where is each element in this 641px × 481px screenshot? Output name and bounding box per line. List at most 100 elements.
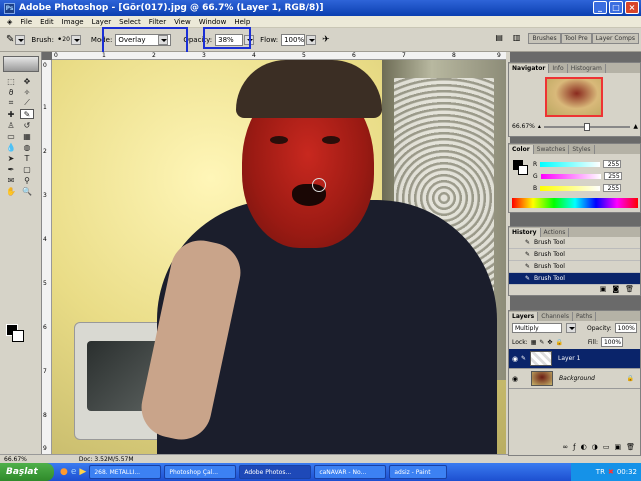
color-value-g[interactable]: 255	[603, 172, 622, 180]
menu-help[interactable]: Help	[230, 18, 254, 26]
history-brush-icon[interactable]: ↺	[20, 120, 34, 130]
eraser-tool-icon[interactable]: ▭	[4, 131, 18, 141]
camera-icon[interactable]: ◙	[612, 285, 619, 294]
tab-swatches[interactable]: Swatches	[534, 145, 570, 154]
tab-actions[interactable]: Actions	[541, 228, 570, 237]
start-button[interactable]: Başlat	[0, 463, 54, 481]
new-snapshot-icon[interactable]: ▣	[600, 285, 607, 294]
type-tool-icon[interactable]: T	[20, 153, 34, 163]
new-layer-icon[interactable]: ▣	[614, 443, 621, 453]
tray-language[interactable]: TR	[596, 468, 605, 476]
history-item[interactable]: ✎ Brush Tool	[509, 261, 640, 273]
brush-picker[interactable]: • 20	[57, 34, 81, 45]
layer-fill-input[interactable]: 100%	[600, 337, 623, 347]
menu-view[interactable]: View	[170, 18, 195, 26]
color-slider-r[interactable]	[540, 161, 601, 167]
taskbar-task-active[interactable]: Adobe Photos...	[239, 465, 312, 479]
zoom-slider-knob[interactable]	[583, 122, 590, 131]
layer-opacity-input[interactable]: 100%	[614, 323, 637, 333]
background-color-swatch[interactable]	[12, 330, 24, 342]
taskbar-task[interactable]: Photoshop Çal...	[164, 465, 237, 479]
airbrush-icon[interactable]: ✈	[322, 35, 330, 45]
shape-tool-icon[interactable]: ▢	[20, 164, 34, 174]
layer-style-icon[interactable]: ƒ	[573, 443, 575, 453]
flow-slider-toggle[interactable]	[306, 34, 317, 45]
palette-tab-brushes[interactable]: Brushes	[528, 33, 561, 44]
lock-transparency-icon[interactable]: ▦	[531, 339, 537, 346]
tab-histogram[interactable]: Histogram	[568, 64, 606, 73]
color-slider-b[interactable]	[540, 185, 601, 191]
trash-icon[interactable]: 🗑	[625, 285, 634, 294]
layer-blend-select[interactable]: Multiply	[512, 323, 562, 333]
menu-window[interactable]: Window	[195, 18, 231, 26]
hand-tool-icon[interactable]: ✋	[4, 186, 18, 196]
menu-file[interactable]: File	[16, 18, 36, 26]
history-item[interactable]: ✎ Brush Tool	[509, 237, 640, 249]
tab-history[interactable]: History	[509, 228, 541, 237]
lock-paint-icon[interactable]: ✎	[539, 339, 544, 346]
menu-edit[interactable]: Edit	[36, 18, 58, 26]
tray-app-icon[interactable]: ✖	[608, 468, 614, 476]
brush-dropdown[interactable]	[70, 34, 81, 45]
lock-position-icon[interactable]: ✥	[547, 339, 552, 346]
layer-blend-dropdown[interactable]	[566, 323, 576, 333]
layer-row-background[interactable]: ◉ Background 🔒	[509, 369, 640, 389]
layer-mask-icon[interactable]: ◐	[581, 443, 587, 453]
quicklaunch-firefox-icon[interactable]: ●	[60, 467, 68, 477]
app-menu-icon[interactable]: ◈	[3, 18, 16, 26]
close-button[interactable]: ×	[625, 1, 639, 14]
link-layers-icon[interactable]: ∞	[562, 443, 568, 453]
tab-info[interactable]: Info	[549, 64, 568, 73]
brush-tool-icon[interactable]: ✎	[20, 109, 34, 119]
healing-brush-icon[interactable]: ✚	[4, 109, 18, 119]
palette-tab-tool-presets[interactable]: Tool Pre	[560, 33, 592, 44]
quicklaunch-mediaplayer-icon[interactable]: ▶	[79, 467, 86, 477]
lock-all-icon[interactable]: 🔒	[555, 339, 562, 346]
tab-layers[interactable]: Layers	[509, 312, 539, 321]
tool-preset-dropdown[interactable]	[15, 34, 26, 45]
tray-clock[interactable]: 00:32	[617, 468, 637, 476]
color-bg-swatch[interactable]	[518, 165, 528, 175]
menu-filter[interactable]: Filter	[145, 18, 170, 26]
adjustment-layer-icon[interactable]: ◑	[592, 443, 598, 453]
brush-tool-preset-icon[interactable]: ✎	[6, 34, 14, 45]
menu-image[interactable]: Image	[58, 18, 88, 26]
marquee-tool-icon[interactable]: ⬚	[4, 76, 18, 86]
pen-tool-icon[interactable]: ✒	[4, 164, 18, 174]
path-selection-icon[interactable]: ➤	[4, 153, 18, 163]
blur-tool-icon[interactable]: 💧	[4, 142, 18, 152]
delete-layer-icon[interactable]: 🗑	[626, 443, 635, 453]
taskbar-task[interactable]: adsiz - Paint	[389, 465, 448, 479]
color-spectrum-ramp[interactable]	[512, 198, 638, 208]
navigator-zoom-value[interactable]: 66.67%	[512, 123, 535, 130]
magic-wand-icon[interactable]: ✧	[20, 87, 34, 97]
tab-navigator[interactable]: Navigator	[509, 64, 550, 73]
minimize-button[interactable]: _	[593, 1, 607, 14]
crop-tool-icon[interactable]: ⌗	[4, 98, 18, 108]
maximize-button[interactable]: □	[609, 1, 623, 14]
adobe-online-logo[interactable]	[3, 56, 39, 72]
tab-styles[interactable]: Styles	[569, 145, 595, 154]
navigator-thumbnail[interactable]	[545, 77, 603, 117]
slice-tool-icon[interactable]: ⟋	[20, 98, 34, 108]
color-value-r[interactable]: 255	[603, 160, 622, 168]
zoom-in-icon[interactable]: ▲	[633, 123, 638, 130]
flow-input[interactable]: 100%	[281, 33, 306, 46]
layer-row-layer-1[interactable]: ◉ ✎ Layer 1	[509, 349, 640, 369]
zoom-out-icon[interactable]: ▴	[538, 123, 541, 130]
tab-paths[interactable]: Paths	[573, 312, 597, 321]
gradient-tool-icon[interactable]: ▦	[20, 131, 34, 141]
layer-visibility-eye-icon[interactable]: ◉	[509, 375, 521, 383]
taskbar-task[interactable]: caNAVAR - No...	[314, 465, 387, 479]
eyedropper-icon[interactable]: ⚲	[20, 175, 34, 185]
color-value-b[interactable]: 255	[603, 184, 622, 192]
zoom-tool-icon[interactable]: 🔍	[20, 186, 34, 196]
dodge-tool-icon[interactable]: ◍	[20, 142, 34, 152]
taskbar-task[interactable]: 268. METALLI...	[89, 465, 162, 479]
document-canvas[interactable]	[52, 60, 506, 454]
lasso-tool-icon[interactable]: ϑ	[4, 87, 18, 97]
menu-layer[interactable]: Layer	[88, 18, 116, 26]
tab-color[interactable]: Color	[509, 145, 534, 154]
notes-tool-icon[interactable]: ✉	[4, 175, 18, 185]
file-browser-icon[interactable]: ▤	[495, 33, 503, 44]
